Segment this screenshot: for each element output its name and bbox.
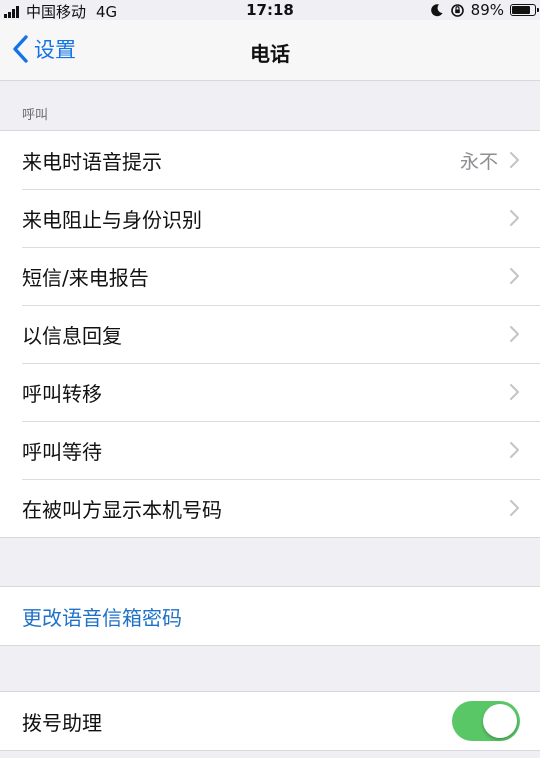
calls-group: 来电时语音提示 永不 来电阻止与身份识别 短信/来电报告 以信息回复 呼叫转移 …	[0, 130, 540, 538]
row-respond-with-text[interactable]: 以信息回复	[0, 305, 540, 363]
chevron-right-icon	[510, 152, 519, 168]
battery-fill	[512, 6, 530, 14]
row-label: 短信/来电报告	[22, 265, 149, 290]
chevron-right-icon	[510, 442, 519, 458]
row-label: 拨号助理	[22, 710, 102, 735]
battery-percent: 89%	[470, 1, 504, 19]
row-label: 来电阻止与身份识别	[22, 207, 202, 232]
voicemail-group: 更改语音信箱密码	[0, 586, 540, 646]
page-title: 电话	[250, 42, 290, 66]
battery-icon	[510, 4, 539, 16]
row-label: 来电时语音提示	[22, 149, 162, 174]
rotation-lock-icon	[450, 3, 464, 17]
chevron-right-icon	[510, 500, 519, 516]
row-sms-call-report[interactable]: 短信/来电报告	[0, 247, 540, 305]
change-voicemail-password-button[interactable]: 更改语音信箱密码	[0, 587, 540, 645]
moon-icon	[430, 4, 443, 17]
nav-bar: 设置 电话	[0, 20, 540, 81]
status-right: 89%	[430, 1, 539, 19]
status-bar: 中国移动 4G 17:18 89%	[0, 0, 540, 21]
row-call-forwarding[interactable]: 呼叫转移	[0, 363, 540, 421]
section-header-calls: 呼叫	[22, 108, 49, 123]
chevron-right-icon	[510, 210, 519, 226]
chevron-right-icon	[510, 268, 519, 284]
row-label: 在被叫方显示本机号码	[22, 497, 222, 522]
row-show-caller-id[interactable]: 在被叫方显示本机号码	[0, 479, 540, 537]
chevron-right-icon	[510, 384, 519, 400]
row-label: 呼叫转移	[22, 381, 102, 406]
row-detail: 永不	[459, 150, 498, 173]
row-announce-calls[interactable]: 来电时语音提示 永不	[0, 131, 540, 189]
toggle-knob	[483, 704, 517, 738]
row-call-waiting[interactable]: 呼叫等待	[0, 421, 540, 479]
chevron-right-icon	[510, 326, 519, 342]
row-label: 以信息回复	[22, 323, 122, 348]
dial-assist-group: 拨号助理	[0, 691, 540, 751]
row-label: 更改语音信箱密码	[22, 605, 182, 630]
row-label: 呼叫等待	[22, 439, 102, 464]
dial-assist-toggle[interactable]	[452, 701, 520, 741]
row-call-blocking[interactable]: 来电阻止与身份识别	[0, 189, 540, 247]
row-dial-assist: 拨号助理	[0, 692, 540, 750]
